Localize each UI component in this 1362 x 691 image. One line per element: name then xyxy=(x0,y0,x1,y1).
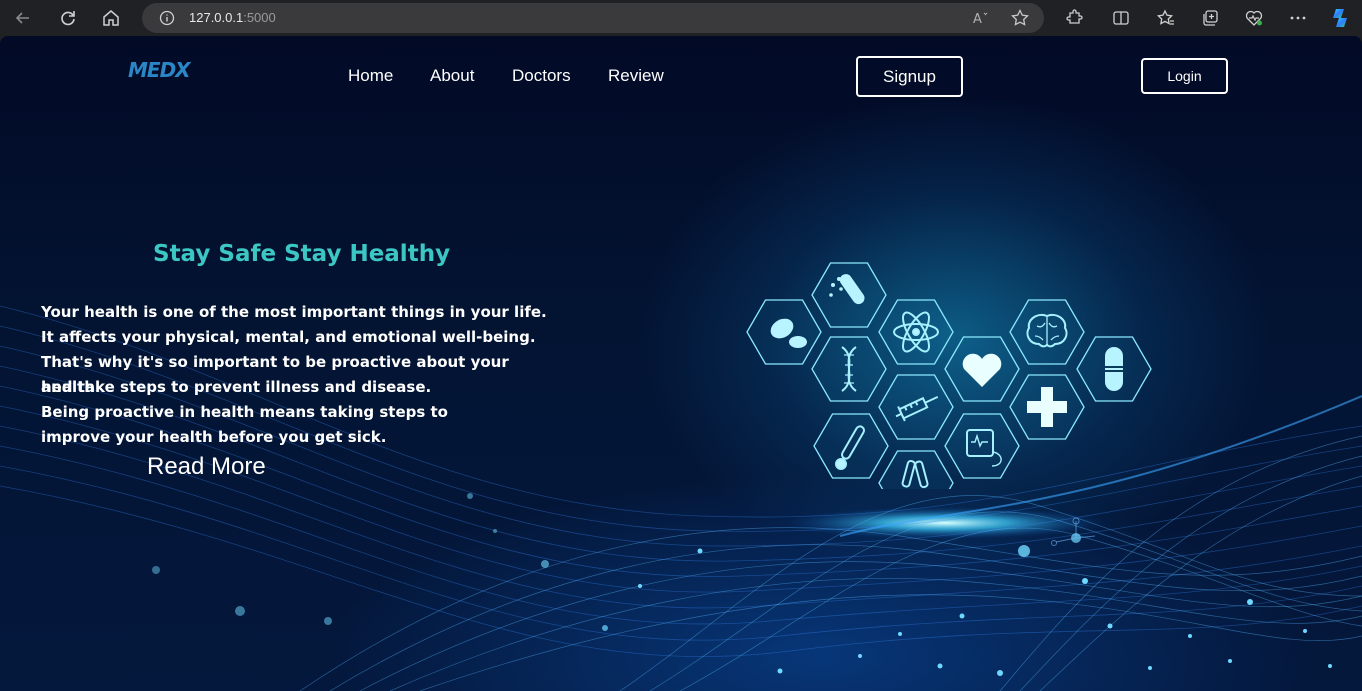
capsule-hex-icon xyxy=(1076,336,1152,402)
pills-hex-icon xyxy=(746,299,822,365)
medicine-capsule-hex-icon xyxy=(811,262,887,328)
favorites-icon[interactable] xyxy=(1152,4,1180,32)
login-button[interactable]: Login xyxy=(1141,58,1228,94)
hero-line-6: improve your health before you get sick. xyxy=(41,428,387,446)
nav-doctors[interactable]: Doctors xyxy=(512,66,571,86)
logo[interactable]: MEDX xyxy=(128,58,191,82)
nav-review[interactable]: Review xyxy=(608,66,664,86)
collections-icon[interactable] xyxy=(1196,4,1224,32)
heart-hex-icon xyxy=(944,336,1020,402)
hero-line-2: It affects your physical, mental, and em… xyxy=(41,328,536,346)
hero-line-5: Being proactive in health means taking s… xyxy=(41,403,448,421)
hero-headline: Stay Safe Stay Healthy xyxy=(153,241,451,267)
browser-toolbar: 127.0.0.1:5000 A xyxy=(0,0,1362,36)
read-more-link[interactable]: Read More xyxy=(147,453,266,481)
refresh-icon[interactable] xyxy=(54,4,82,32)
signup-button[interactable]: Signup xyxy=(856,56,963,97)
svg-text:A: A xyxy=(973,12,982,27)
health-icon[interactable] xyxy=(1240,4,1268,32)
brain-hex-icon xyxy=(1009,299,1085,365)
dna-hex-icon xyxy=(811,336,887,402)
test-tubes-hex-icon xyxy=(878,450,954,489)
info-icon[interactable] xyxy=(159,10,175,30)
extensions-icon[interactable] xyxy=(1060,4,1088,32)
syringe-hex-icon xyxy=(878,374,954,440)
atom-hex-icon xyxy=(878,299,954,365)
nav-about[interactable]: About xyxy=(430,66,474,86)
nav-home[interactable]: Home xyxy=(348,66,393,86)
medical-monitor-hex-icon xyxy=(944,413,1020,479)
page-viewport: MEDX Home About Doctors Review Signup Lo… xyxy=(0,36,1362,691)
url-text: 127.0.0.1:5000 xyxy=(189,10,276,25)
medical-cross-hex-icon xyxy=(1009,374,1085,440)
url-host: 127.0.0.1 xyxy=(189,10,244,25)
url-port: :5000 xyxy=(243,10,276,25)
hero-line-4: and take steps to prevent illness and di… xyxy=(41,378,432,396)
more-icon[interactable] xyxy=(1284,4,1312,32)
split-screen-icon[interactable] xyxy=(1107,4,1135,32)
read-aloud-icon[interactable]: A xyxy=(972,9,990,31)
thermometer-hex-icon xyxy=(813,413,889,479)
home-icon[interactable] xyxy=(97,4,125,32)
back-icon[interactable] xyxy=(9,4,37,32)
address-bar[interactable]: 127.0.0.1:5000 A xyxy=(142,3,1044,33)
hero-line-1: Your health is one of the most important… xyxy=(41,303,547,321)
favorite-star-icon[interactable] xyxy=(1010,8,1030,32)
medical-hexagon-illustration xyxy=(746,262,1152,489)
copilot-icon[interactable] xyxy=(1326,4,1354,32)
